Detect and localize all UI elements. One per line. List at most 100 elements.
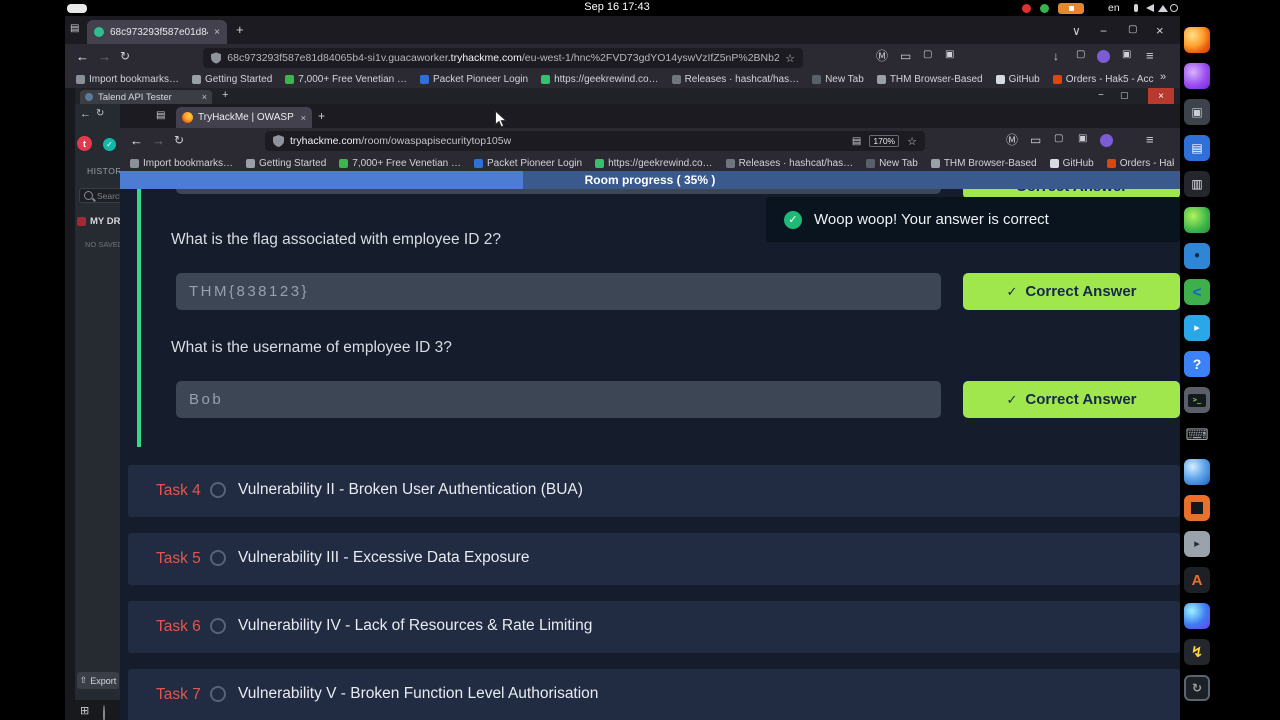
bookmark-star-icon[interactable]: ☆ — [785, 52, 795, 65]
dock-flameshot-icon[interactable]: ↯ — [1184, 639, 1210, 665]
dock-gray-utility-icon[interactable]: ▸ — [1184, 531, 1210, 557]
extensions-icon[interactable]: ▣ — [945, 50, 954, 60]
inner-tab[interactable]: TryHackMe | OWASP × — [176, 107, 312, 128]
menu-icon[interactable]: ≡ — [1146, 49, 1154, 62]
bookmark-item[interactable]: 7,000+ Free Venetian … — [339, 158, 461, 169]
outer-close-button[interactable]: × — [1156, 24, 1164, 37]
bookmark-item[interactable]: Import bookmarks… — [76, 74, 179, 85]
volume-icon[interactable] — [1146, 4, 1154, 12]
tray-app-indicator-icon[interactable] — [1058, 3, 1084, 14]
dock-green-app-icon[interactable] — [1184, 207, 1210, 233]
bookmark-item[interactable]: New Tab — [812, 74, 864, 85]
app-grid-icon[interactable]: ⊞ — [80, 704, 89, 717]
talend-close-button[interactable]: × — [1148, 88, 1174, 104]
question-1-correct-button[interactable]: ✓ Correct Answer — [963, 273, 1180, 310]
task-row-4[interactable]: Task 4 Vulnerability II - Broken User Au… — [128, 465, 1180, 517]
dock-gradient-sphere-icon[interactable] — [1184, 603, 1210, 629]
inner-tab-close-icon[interactable]: × — [301, 113, 306, 123]
download-icon[interactable]: ↓ — [1053, 50, 1059, 62]
search-icon[interactable] — [103, 705, 105, 720]
forward-button[interactable]: → — [98, 50, 111, 63]
talend-restore-button[interactable]: ▢ — [1120, 91, 1129, 100]
m-badge-icon[interactable]: Ⓜ — [1006, 134, 1018, 146]
question-2-correct-button[interactable]: ✓ Correct Answer — [963, 381, 1180, 418]
tray-keyboard-layout[interactable]: en — [1108, 2, 1120, 14]
talend-tab-close-icon[interactable]: × — [202, 92, 207, 102]
extensions-icon[interactable]: ▣ — [1078, 134, 1087, 144]
bookmarks-overflow-icon[interactable]: » — [1160, 72, 1166, 83]
dock-terminal-icon[interactable]: >_ — [1184, 387, 1210, 413]
bookmark-item[interactable]: https://geekrewind.co… — [595, 158, 713, 169]
dock-cad-app-icon[interactable]: A — [1184, 567, 1210, 593]
bookmark-item[interactable]: 7,000+ Free Venetian … — [285, 74, 407, 85]
network-icon[interactable] — [1158, 5, 1168, 12]
talend-back-icon[interactable]: ← — [80, 108, 91, 120]
bookmark-item[interactable]: THM Browser-Based — [876, 74, 983, 85]
bookmark-item[interactable]: New Tab — [866, 158, 918, 169]
inner-tab-list-icon[interactable]: ▤ — [156, 111, 165, 121]
dock-blue-sphere-icon[interactable] — [1184, 459, 1210, 485]
bookmark-item[interactable]: THM Browser-Based — [930, 158, 1037, 169]
inner-back-button[interactable]: ← — [130, 134, 143, 147]
tab-overflow-icon[interactable]: ∨ — [1072, 25, 1081, 37]
bookmark-item[interactable]: Getting Started — [246, 158, 326, 169]
dock-telegram-icon[interactable]: ▸ — [1184, 315, 1210, 341]
bookmark-item[interactable]: Packet Pioneer Login — [419, 74, 528, 85]
addons-icon[interactable]: ▣ — [1122, 50, 1131, 60]
outer-minimize-button[interactable]: − — [1100, 25, 1107, 37]
microphone-icon[interactable] — [1134, 4, 1138, 12]
profile-avatar[interactable] — [1097, 50, 1110, 63]
profile-avatar[interactable] — [1100, 134, 1113, 147]
bookmark-item[interactable]: Releases · hashcat/has… — [725, 158, 853, 169]
bookmark-item[interactable]: Releases · hashcat/has… — [671, 74, 799, 85]
dock-user-app-icon[interactable]: ● — [1184, 243, 1210, 269]
dock-screenshot-tool-icon[interactable]: ▣ — [1184, 99, 1210, 125]
bookmark-item[interactable]: Packet Pioneer Login — [473, 158, 582, 169]
talend-drive-item[interactable]: MY DRIVE — [77, 216, 120, 227]
bookmark-item[interactable]: Orders - Hak5 - Account — [1106, 158, 1174, 169]
bookmark-item[interactable]: Import bookmarks… — [130, 158, 233, 169]
window-icon[interactable]: ▭ — [900, 50, 911, 62]
dock-keyboard-tool-icon[interactable]: ⌨ — [1184, 423, 1210, 449]
dock-file-manager-icon[interactable]: ▤ — [1184, 135, 1210, 161]
outer-tab-close-icon[interactable]: × — [214, 27, 220, 38]
zoom-indicator[interactable]: 170% — [869, 135, 900, 147]
bookmark-item[interactable]: Getting Started — [192, 74, 272, 85]
outer-restore-button[interactable]: ▢ — [1128, 25, 1137, 35]
talend-search-input[interactable]: Search — [79, 188, 120, 203]
window-icon[interactable]: ▭ — [1030, 134, 1041, 146]
dock-help-icon[interactable]: ? — [1184, 351, 1210, 377]
menu-icon[interactable]: ≡ — [1146, 133, 1154, 146]
bookmark-item[interactable]: Orders - Hak5 - Account — [1052, 74, 1154, 85]
outer-tab[interactable]: 68c973293f587e01d840... × — [87, 20, 227, 44]
dock-app-grid-icon[interactable]: ▥ — [1184, 171, 1210, 197]
task-row-6[interactable]: Task 6 Vulnerability IV - Lack of Resour… — [128, 601, 1180, 653]
power-icon[interactable] — [1170, 4, 1178, 12]
dock-sync-utility-icon[interactable]: ↻ — [1184, 675, 1210, 701]
question-1-input[interactable] — [176, 273, 941, 310]
talend-minimize-button[interactable]: − — [1098, 91, 1104, 101]
dock-code-editor-icon[interactable]: < — [1184, 279, 1210, 305]
talend-export-button[interactable]: ⇧ Export — [77, 672, 119, 689]
dock-screen-recorder-icon[interactable] — [1184, 495, 1210, 521]
inner-url-bar[interactable]: tryhackme.com/room/owaspapisecuritytop10… — [265, 131, 925, 151]
task-row-7[interactable]: Task 7 Vulnerability V - Broken Function… — [128, 669, 1180, 720]
outer-url-bar[interactable]: 68c973293f587e81d84065b4-si1v.guacaworke… — [203, 48, 803, 68]
talend-new-tab-button[interactable]: + — [222, 90, 228, 101]
outer-new-tab-button[interactable]: + — [236, 23, 244, 36]
bookmark-item[interactable]: GitHub — [1049, 158, 1094, 169]
host-clock[interactable]: Sep 16 17:43 — [517, 1, 717, 13]
dock-web-browser-purple-icon[interactable] — [1184, 63, 1210, 89]
talend-reload-icon[interactable]: ↻ — [96, 108, 104, 119]
bookmark-item[interactable]: https://geekrewind.co… — [541, 74, 659, 85]
talend-tab[interactable]: Talend API Tester × — [80, 90, 212, 104]
inner-reload-button[interactable]: ↻ — [174, 134, 184, 146]
bookmark-star-icon[interactable]: ☆ — [907, 135, 917, 148]
reload-button[interactable]: ↻ — [120, 50, 130, 62]
bookmark-item[interactable]: GitHub — [995, 74, 1040, 85]
m-badge-icon[interactable]: Ⓜ — [876, 50, 888, 62]
inner-new-tab-button[interactable]: + — [318, 110, 325, 122]
tab-list-icon[interactable]: ▤ — [70, 24, 79, 34]
frame-icon[interactable]: ▢ — [923, 50, 932, 60]
question-2-input[interactable] — [176, 381, 941, 418]
